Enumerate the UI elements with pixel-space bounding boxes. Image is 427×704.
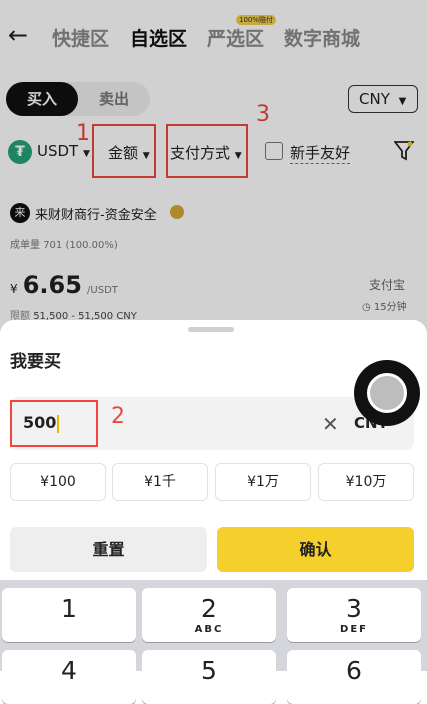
- key-number: 2: [201, 594, 217, 623]
- amount-value: 500: [23, 413, 57, 432]
- key-letters: DEF: [340, 624, 368, 635]
- clear-icon[interactable]: ✕: [322, 412, 339, 436]
- key-number: 6: [346, 656, 362, 685]
- quick-amount-100[interactable]: ¥100: [10, 463, 106, 501]
- drag-handle[interactable]: [188, 327, 234, 332]
- annotation-2: 2: [111, 404, 125, 429]
- key-6[interactable]: 6: [287, 650, 421, 704]
- assist-inner-circle: [367, 373, 407, 413]
- quick-amount-1k[interactable]: ¥1千: [112, 463, 208, 501]
- key-5[interactable]: 5: [142, 650, 276, 704]
- key-number: 1: [61, 594, 77, 623]
- reset-button[interactable]: 重置: [10, 527, 207, 572]
- confirm-button[interactable]: 确认: [217, 527, 414, 572]
- numeric-keyboard: 1 2 ABC 3 DEF 4 5 6: [0, 580, 427, 704]
- key-3[interactable]: 3 DEF: [287, 588, 421, 642]
- key-4[interactable]: 4: [2, 650, 136, 704]
- amount-input-value[interactable]: 500: [23, 413, 60, 433]
- key-2[interactable]: 2 ABC: [142, 588, 276, 642]
- key-letters: ABC: [194, 624, 224, 635]
- floating-assist-button[interactable]: [354, 360, 420, 426]
- sheet-title: 我要买: [10, 352, 61, 372]
- key-number: 3: [346, 594, 362, 623]
- key-number: 4: [61, 656, 77, 685]
- quick-amount-10k[interactable]: ¥1万: [215, 463, 311, 501]
- text-cursor: [57, 414, 60, 433]
- key-1[interactable]: 1: [2, 588, 136, 642]
- key-number: 5: [201, 656, 217, 685]
- quick-amount-100k[interactable]: ¥10万: [318, 463, 414, 501]
